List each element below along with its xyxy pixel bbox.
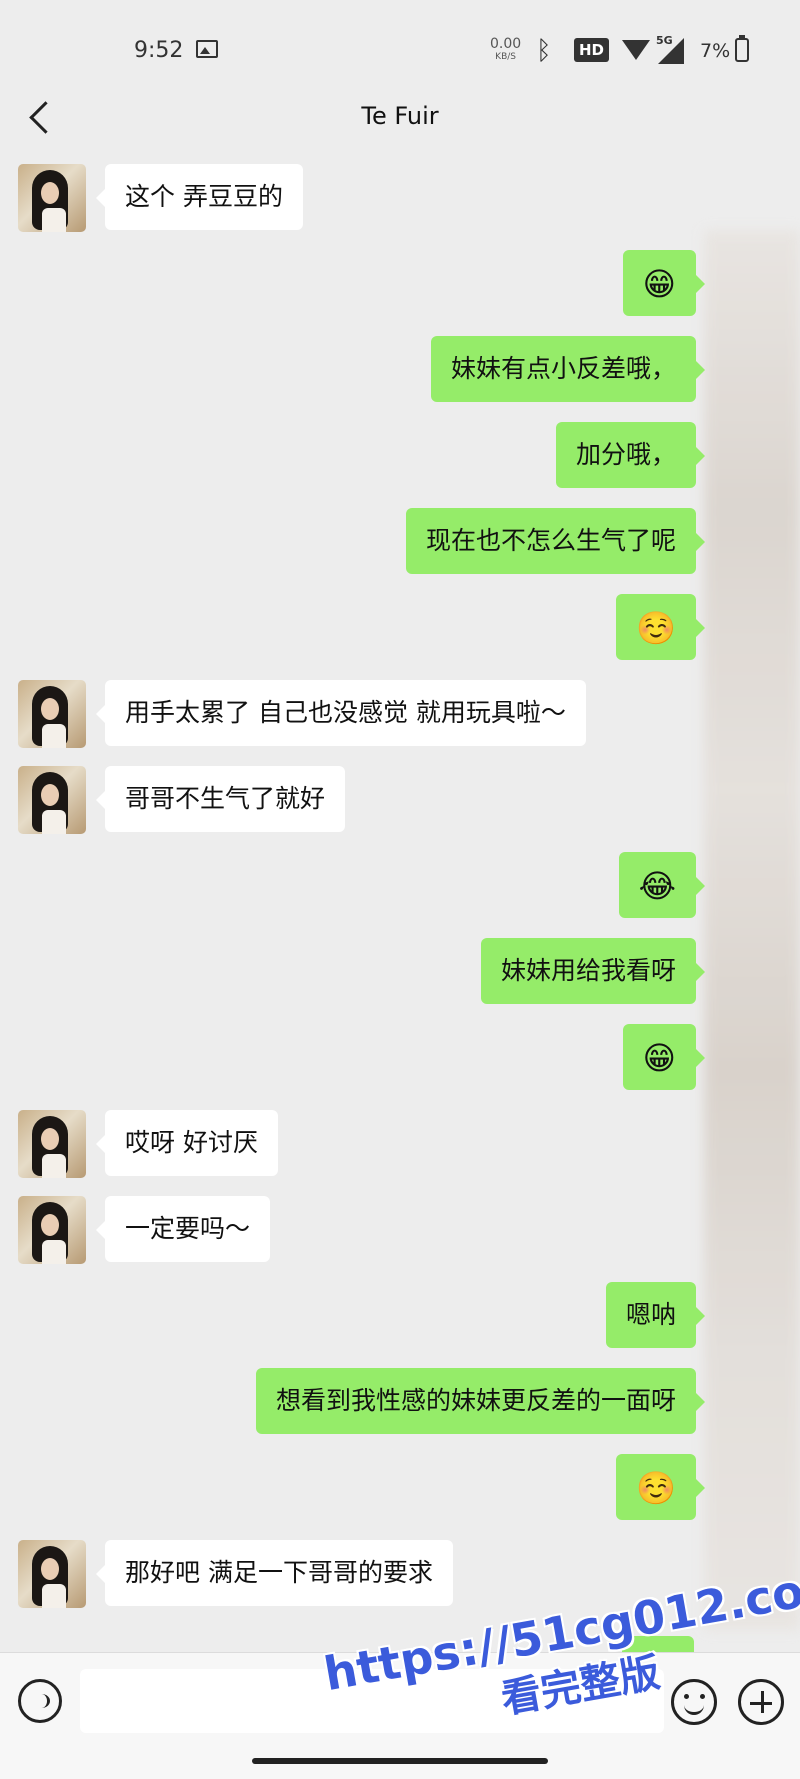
message-bubble[interactable]: 😂 xyxy=(618,852,706,918)
contact-avatar[interactable] xyxy=(18,1540,86,1608)
message-emoji: 😁 xyxy=(642,265,676,303)
message-bubble[interactable]: 哥哥不生气了就好 xyxy=(95,766,346,832)
net-speed: 0.00 KB/S xyxy=(490,36,522,64)
contact-avatar[interactable] xyxy=(18,766,86,834)
avatar-face xyxy=(41,1558,59,1580)
chat-title: Te Fuir xyxy=(361,102,439,130)
contact-avatar[interactable] xyxy=(18,1196,86,1264)
message-text: 一定要吗～ xyxy=(125,1214,251,1243)
message-emoji: 😁 xyxy=(642,1039,676,1077)
message-text: 妹妹有点小反差哦， xyxy=(450,354,676,383)
gallery-icon xyxy=(196,40,218,58)
avatar-shirt xyxy=(42,724,66,748)
message-bubble[interactable]: 哎呀 好讨厌 xyxy=(96,1110,278,1176)
message-bubble[interactable]: 😁 xyxy=(622,250,706,316)
voice-icon[interactable] xyxy=(18,1679,62,1723)
network-type: 5G xyxy=(656,34,673,47)
avatar-face xyxy=(41,698,59,720)
message-bubble[interactable]: 想看到我性感的妹妹更反差的一面呀 xyxy=(255,1368,706,1434)
message-text: 那好吧 满足一下哥哥的要求 xyxy=(125,1558,433,1587)
message-bubble[interactable]: 😁 xyxy=(622,1024,706,1090)
message-text: 这个 弄豆豆的 xyxy=(125,182,283,211)
net-speed-value: 0.00 xyxy=(490,36,522,52)
message-text: 哥哥不生气了就好 xyxy=(125,784,326,813)
message-bubble[interactable]: 嗯呐 xyxy=(605,1282,706,1348)
message-bubble[interactable]: 妹妹用给我看呀 xyxy=(480,938,706,1004)
message-text: 用手太累了 自己也没感觉 就用玩具啦～ xyxy=(125,698,566,727)
avatar-shirt xyxy=(42,1240,66,1264)
message-text: 现在也不怎么生气了呢 xyxy=(425,526,676,555)
blurred-avatar-column xyxy=(704,230,800,1630)
contact-avatar[interactable] xyxy=(18,1110,86,1178)
battery-icon xyxy=(735,35,749,62)
contact-avatar[interactable] xyxy=(18,164,86,232)
message-bubble[interactable]: 妹妹有点小反差哦， xyxy=(430,336,706,402)
message-text: 想看到我性感的妹妹更反差的一面呀 xyxy=(275,1386,676,1415)
message-bubble[interactable]: ☺️ xyxy=(616,1454,705,1520)
message-bubble[interactable]: 那好吧 满足一下哥哥的要求 xyxy=(96,1540,453,1606)
avatar-face xyxy=(41,1128,59,1150)
contact-avatar[interactable] xyxy=(18,680,86,748)
avatar-shirt xyxy=(42,1584,66,1608)
message-text: 哎呀 好讨厌 xyxy=(125,1128,258,1157)
status-time: 9:52 xyxy=(134,38,184,63)
hd-badge: HD xyxy=(574,38,610,62)
avatar-shirt xyxy=(42,208,66,232)
avatar-face xyxy=(41,1214,59,1236)
net-speed-unit: KB/S xyxy=(495,52,516,62)
message-emoji: 😂 xyxy=(638,867,676,905)
message-bubble[interactable]: 现在也不怎么生气了呢 xyxy=(405,508,706,574)
avatar-face xyxy=(41,784,59,806)
message-bubble[interactable]: 这个 弄豆豆的 xyxy=(96,164,303,230)
chat-header: Te Fuir xyxy=(0,86,800,150)
message-bubble[interactable]: ☺️ xyxy=(616,594,705,660)
battery-percent: 7% xyxy=(700,40,731,62)
message-text: 妹妹用给我看呀 xyxy=(500,956,676,985)
avatar-shirt xyxy=(42,1154,66,1178)
message-emoji: ☺️ xyxy=(636,609,676,647)
message-bubble[interactable]: 一定要吗～ xyxy=(95,1196,271,1262)
avatar-shirt xyxy=(42,810,66,834)
bluetooth-icon: ᛒ xyxy=(536,36,552,66)
wifi-icon xyxy=(622,40,650,60)
message-text: 嗯呐 xyxy=(625,1300,676,1329)
message-bubble[interactable]: 用手太累了 自己也没感觉 就用玩具啦～ xyxy=(96,680,586,746)
message-emoji: ☺️ xyxy=(636,1469,676,1507)
message-bubble[interactable]: 加分哦， xyxy=(555,422,706,488)
message-text: 加分哦， xyxy=(575,440,676,469)
avatar-face xyxy=(41,182,59,204)
